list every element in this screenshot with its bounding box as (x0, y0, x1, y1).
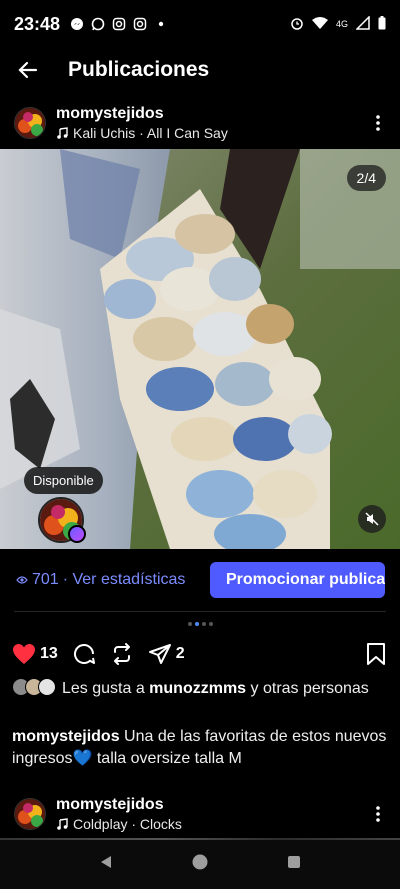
app-bar: Publicaciones (0, 48, 400, 92)
music-link[interactable]: Kali Uchis · All I Can Say (56, 124, 228, 142)
post-media[interactable]: 2/4 Disponible (0, 149, 400, 549)
dot-icon (154, 17, 168, 31)
music-link[interactable]: Coldplay · Clocks (56, 815, 182, 833)
eye-icon (16, 576, 28, 584)
carousel-dot (187, 622, 192, 626)
insights-label: · Ver estadísticas (62, 571, 186, 588)
carousel-dot-active (194, 622, 199, 626)
music-label: Kali Uchis · All I Can Say (73, 125, 228, 141)
save-button[interactable] (366, 642, 386, 671)
arrow-left-icon (18, 61, 38, 79)
caption-username[interactable]: momystejidos (12, 728, 120, 745)
page-title: Publicaciones (68, 58, 210, 81)
liker-avatars (12, 678, 58, 696)
alarm-icon (290, 16, 304, 32)
carousel-dot (201, 622, 206, 626)
liked-by[interactable]: Les gusta a munozzmms y otras personas (12, 678, 388, 699)
avatar[interactable] (14, 798, 46, 830)
liked-by-suffix: y otras personas (246, 680, 369, 697)
post-username[interactable]: momystejidos (56, 795, 182, 815)
bookmark-icon (367, 643, 385, 665)
post-actions: 13 2 (0, 640, 400, 668)
shares-count: 2 (175, 645, 185, 662)
back-triangle-icon (101, 856, 112, 868)
music-note-icon (57, 818, 68, 830)
wifi-icon (311, 16, 328, 32)
music-label: Coldplay · Clocks (73, 816, 182, 832)
back-button[interactable] (0, 48, 56, 92)
carousel-indicator (0, 622, 400, 626)
home-circle-icon (192, 854, 208, 870)
promote-button[interactable]: Promocionar publicación (210, 562, 385, 598)
muted-speaker-icon (365, 512, 379, 526)
post-header: momystejidos Kali Uchis · All I Can Say (0, 99, 400, 147)
nav-back-button[interactable] (98, 854, 114, 875)
status-bar: 23:48 4G (0, 0, 400, 48)
repost-icon (113, 643, 130, 665)
mute-button[interactable] (358, 505, 386, 533)
messenger-icon (70, 17, 84, 31)
views-count: 701 (32, 571, 59, 588)
signal-icon (355, 15, 370, 32)
comment-icon (73, 644, 95, 664)
instagram-icon (133, 17, 147, 31)
network-label: 4G (335, 19, 348, 29)
instagram-icon (112, 17, 126, 31)
view-insights-link[interactable]: 701 · Ver estadísticas (16, 571, 185, 589)
like-button[interactable]: 13 (12, 643, 58, 665)
more-vertical-icon (376, 115, 380, 131)
status-time: 23:48 (14, 13, 61, 34)
more-options-button[interactable] (366, 107, 390, 139)
likes-count: 13 (40, 645, 58, 662)
shop-badge-icon (68, 525, 86, 543)
avatar (38, 678, 56, 696)
recents-square-icon (287, 856, 300, 868)
repost-button[interactable] (110, 642, 134, 666)
more-options-button[interactable] (366, 798, 390, 830)
post-caption: momystejidos Una de las favoritas de est… (12, 726, 388, 770)
battery-icon (378, 16, 386, 32)
post-username[interactable]: momystejidos (56, 104, 228, 124)
media-counter: 2/4 (346, 165, 386, 191)
avatar[interactable] (14, 107, 46, 139)
music-note-icon (57, 127, 68, 139)
send-icon (148, 644, 171, 664)
liked-by-prefix: Les gusta a (62, 680, 150, 697)
carousel-dot (208, 622, 213, 626)
whatsapp-icon (91, 17, 105, 31)
more-vertical-icon (376, 806, 380, 822)
next-post-header: momystejidos Coldplay · Clocks (0, 790, 400, 838)
nav-recents-button[interactable] (286, 854, 302, 875)
insights-row: 701 · Ver estadísticas Promocionar publi… (0, 562, 400, 598)
nav-home-button[interactable] (191, 853, 209, 876)
divider (14, 611, 386, 612)
liked-by-user[interactable]: munozzmms (149, 680, 246, 697)
heart-icon (13, 644, 35, 664)
system-nav-bar (0, 840, 400, 889)
availability-bubble: Disponible (24, 467, 103, 494)
share-button[interactable]: 2 (148, 642, 185, 666)
comment-button[interactable] (72, 642, 96, 666)
